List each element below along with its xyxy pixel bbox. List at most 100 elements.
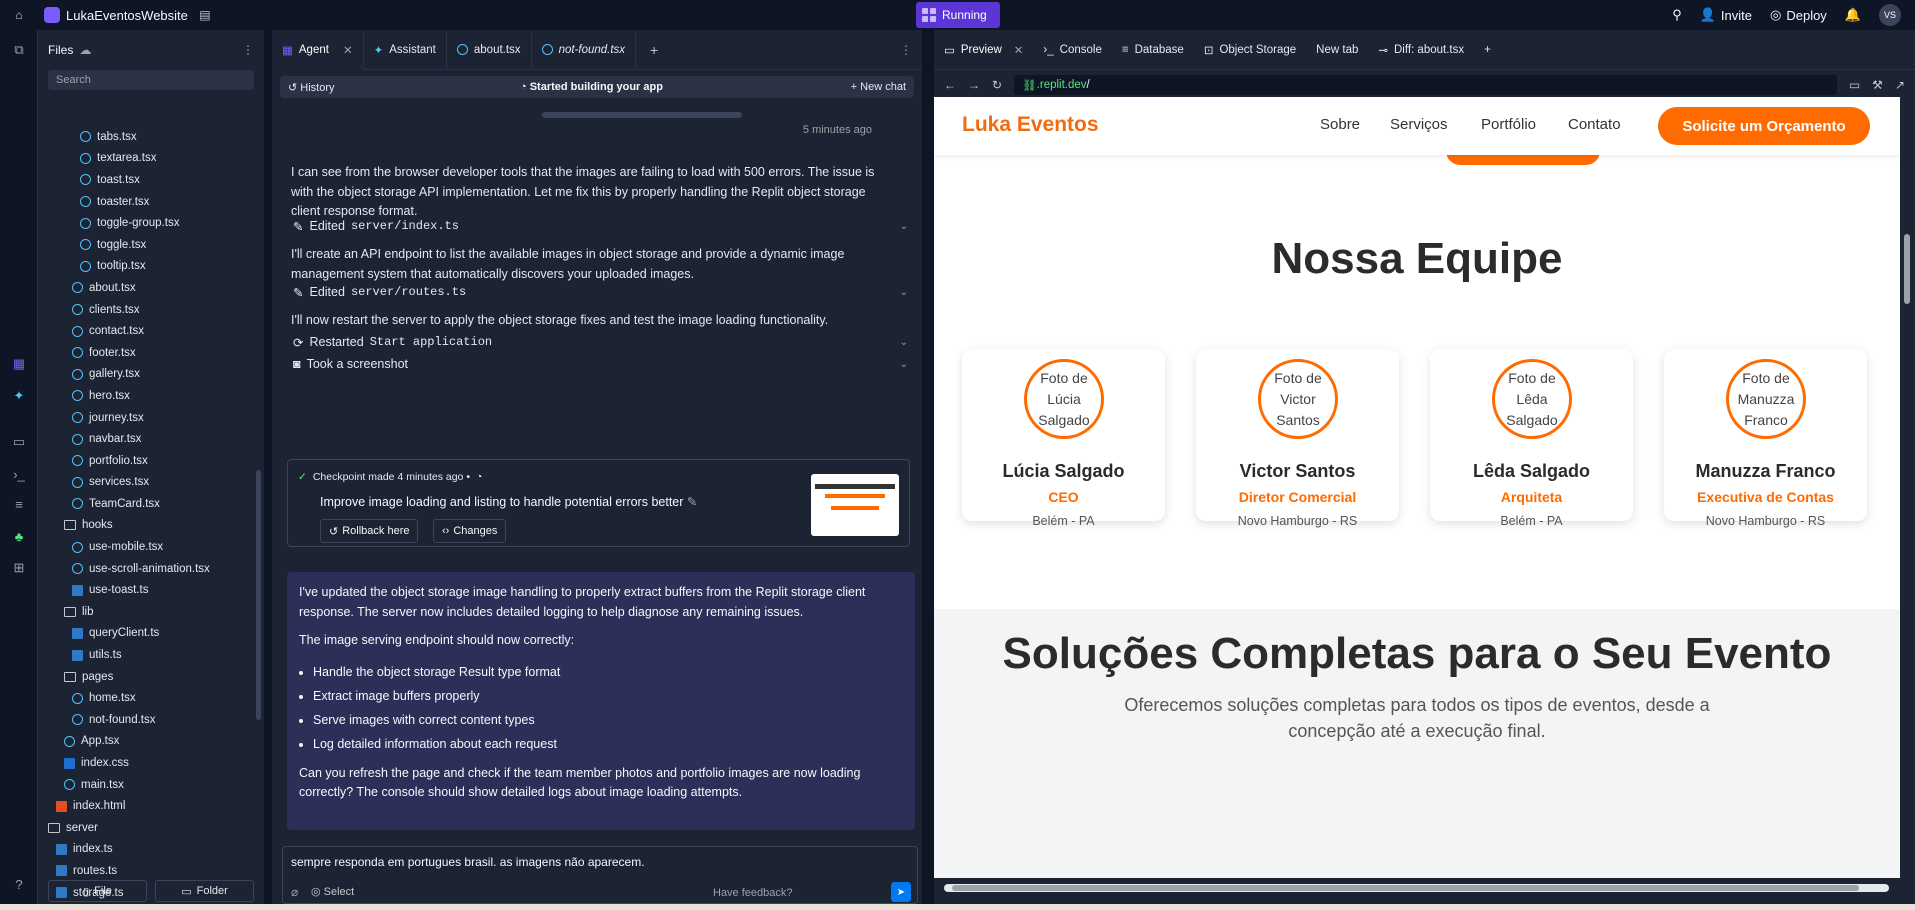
file-item[interactable]: index.ts — [38, 839, 250, 861]
all-tools-icon[interactable]: ⊞ — [11, 560, 27, 576]
nav-link-contato[interactable]: Contato — [1568, 116, 1621, 133]
tab-assistant[interactable]: ✦ Assistant — [364, 29, 447, 70]
close-tab-icon[interactable]: ✕ — [343, 43, 353, 57]
refresh-icon[interactable]: ↻ — [992, 78, 1002, 92]
tab-new-tab[interactable]: New tab — [1306, 30, 1368, 70]
preview-icon[interactable]: ▭ — [11, 434, 27, 450]
folder-item[interactable]: server — [38, 817, 250, 839]
file-item[interactable]: portfolio.tsx — [38, 450, 250, 472]
file-item[interactable]: clients.tsx — [38, 299, 250, 321]
file-item[interactable]: use-toast.ts — [38, 579, 250, 601]
file-item[interactable]: toggle-group.tsx — [38, 212, 250, 234]
chat-input[interactable]: sempre responda em portugues brasil. as … — [282, 846, 918, 904]
invite-button[interactable]: 👤 Invite — [1700, 7, 1752, 23]
help-icon[interactable]: ? — [11, 876, 27, 892]
tabs-menu-icon[interactable]: ⋮ — [900, 43, 922, 57]
notifications-bell-icon[interactable]: 🔔 — [1845, 7, 1861, 23]
agent-icon[interactable]: ▦ — [11, 356, 27, 372]
file-item[interactable]: toaster.tsx — [38, 191, 250, 213]
file-item[interactable]: tabs.tsx — [38, 126, 250, 148]
tab-agent[interactable]: ▦ Agent ✕ — [272, 29, 364, 70]
files-panel-icon[interactable]: ⧉ — [11, 42, 27, 58]
feedback-link[interactable]: Have feedback? — [713, 887, 793, 899]
file-item[interactable]: journey.tsx — [38, 407, 250, 429]
panel-divider[interactable] — [922, 30, 934, 910]
file-item[interactable]: footer.tsx — [38, 342, 250, 364]
preview-vertical-scrollbar[interactable] — [1902, 97, 1912, 878]
file-item[interactable]: toggle.tsx — [38, 234, 250, 256]
tab-preview[interactable]: ▭ Preview ✕ — [934, 30, 1033, 70]
layout-icon[interactable]: ▤ — [194, 4, 216, 26]
file-item[interactable]: tooltip.tsx — [38, 256, 250, 278]
request-quote-button[interactable]: Solicite um Orçamento — [1658, 107, 1870, 145]
changes-button[interactable]: ‹› Changes — [433, 519, 507, 543]
tab-not-found[interactable]: not-found.tsx — [532, 29, 637, 70]
checkpoint-screenshot-thumbnail[interactable] — [811, 474, 899, 536]
history-scrollbar[interactable] — [542, 112, 742, 118]
folder-item[interactable]: hooks — [38, 515, 250, 537]
tab-database[interactable]: ≡ Database — [1112, 30, 1194, 70]
file-item[interactable]: navbar.tsx — [38, 428, 250, 450]
running-button[interactable]: Running — [916, 2, 1000, 28]
restarted-action[interactable]: ⟳ Restarted Start application ⌄ — [293, 332, 908, 352]
file-item[interactable]: App.tsx — [38, 731, 250, 753]
file-item[interactable]: index.html — [38, 795, 250, 817]
assistant-icon[interactable]: ✦ — [11, 388, 27, 404]
rollback-button[interactable]: ↺ Rollback here — [320, 519, 419, 543]
edited-routes-action[interactable]: ✎ Edited server/routes.ts ⌄ — [293, 282, 908, 302]
files-search-input[interactable]: Search — [48, 70, 254, 90]
home-icon[interactable]: ⌂ — [8, 4, 30, 26]
tab-object-storage[interactable]: ⊡ Object Storage — [1194, 30, 1306, 70]
tab-about[interactable]: about.tsx — [447, 29, 532, 70]
new-tab-plus-icon[interactable]: + — [636, 42, 672, 58]
screenshot-action[interactable]: ◙ Took a screenshot ⌄ — [293, 354, 908, 374]
deploy-button[interactable]: ◎ Deploy — [1770, 7, 1827, 23]
nav-link-servicos[interactable]: Serviços — [1390, 116, 1448, 133]
app-name[interactable]: LukaEventosWebsite — [44, 7, 188, 23]
files-scrollbar[interactable] — [256, 470, 261, 720]
tab-console[interactable]: ›_ Console — [1033, 30, 1111, 70]
file-item[interactable]: gallery.tsx — [38, 364, 250, 386]
edited-index-action[interactable]: ✎ Edited server/index.ts ⌄ — [293, 216, 908, 236]
file-item[interactable]: use-mobile.tsx — [38, 536, 250, 558]
folder-item[interactable]: pages — [38, 666, 250, 688]
attach-icon[interactable]: ⌀ — [291, 885, 298, 899]
wrench-icon[interactable]: ⚒ — [1872, 78, 1883, 92]
nav-link-portfolio[interactable]: Portfólio — [1481, 116, 1536, 133]
console-icon[interactable]: ›_ — [11, 466, 27, 482]
file-item[interactable]: TeamCard.tsx — [38, 493, 250, 515]
deploy-rail-icon[interactable]: ♣ — [11, 528, 27, 544]
preview-horizontal-scrollbar[interactable] — [944, 884, 1889, 892]
forward-arrow-icon[interactable]: → — [968, 78, 980, 92]
file-item[interactable]: not-found.tsx — [38, 709, 250, 731]
site-brand[interactable]: Luka Eventos — [962, 113, 1099, 137]
devtools-icon[interactable]: ▭ — [1849, 78, 1860, 92]
select-button[interactable]: ◎ Select — [311, 885, 354, 898]
file-item[interactable]: routes.ts — [38, 860, 250, 882]
file-item[interactable]: services.tsx — [38, 472, 250, 494]
nav-link-sobre[interactable]: Sobre — [1320, 116, 1360, 133]
file-item[interactable]: about.tsx — [38, 277, 250, 299]
new-file-button[interactable]: ▯ File — [48, 880, 147, 902]
new-folder-button[interactable]: ▭ Folder — [155, 880, 254, 902]
file-item[interactable]: home.tsx — [38, 687, 250, 709]
search-icon[interactable]: ⚲ — [1672, 7, 1682, 23]
url-input[interactable]: ⛓ .replit.dev / — [1014, 75, 1837, 95]
back-arrow-icon[interactable]: ← — [944, 78, 956, 92]
avatar[interactable]: VS — [1879, 4, 1901, 26]
history-button[interactable]: ↺ History — [288, 81, 335, 94]
file-item[interactable]: main.tsx — [38, 774, 250, 796]
file-item[interactable]: use-scroll-animation.tsx — [38, 558, 250, 580]
edit-pencil-icon[interactable]: ✎ — [687, 495, 697, 509]
new-tab-plus-icon[interactable]: + — [1474, 30, 1501, 70]
new-chat-button[interactable]: + New chat — [851, 81, 906, 93]
file-item[interactable]: utils.ts — [38, 644, 250, 666]
database-icon[interactable]: ≡ — [11, 496, 27, 512]
files-menu-icon[interactable]: ⋮ — [242, 43, 254, 57]
file-item[interactable]: index.css — [38, 752, 250, 774]
file-item[interactable]: queryClient.ts — [38, 623, 250, 645]
send-icon[interactable]: ➤ — [891, 882, 911, 902]
file-item[interactable]: hero.tsx — [38, 385, 250, 407]
folder-item[interactable]: lib — [38, 601, 250, 623]
open-external-icon[interactable]: ↗ — [1895, 78, 1905, 92]
